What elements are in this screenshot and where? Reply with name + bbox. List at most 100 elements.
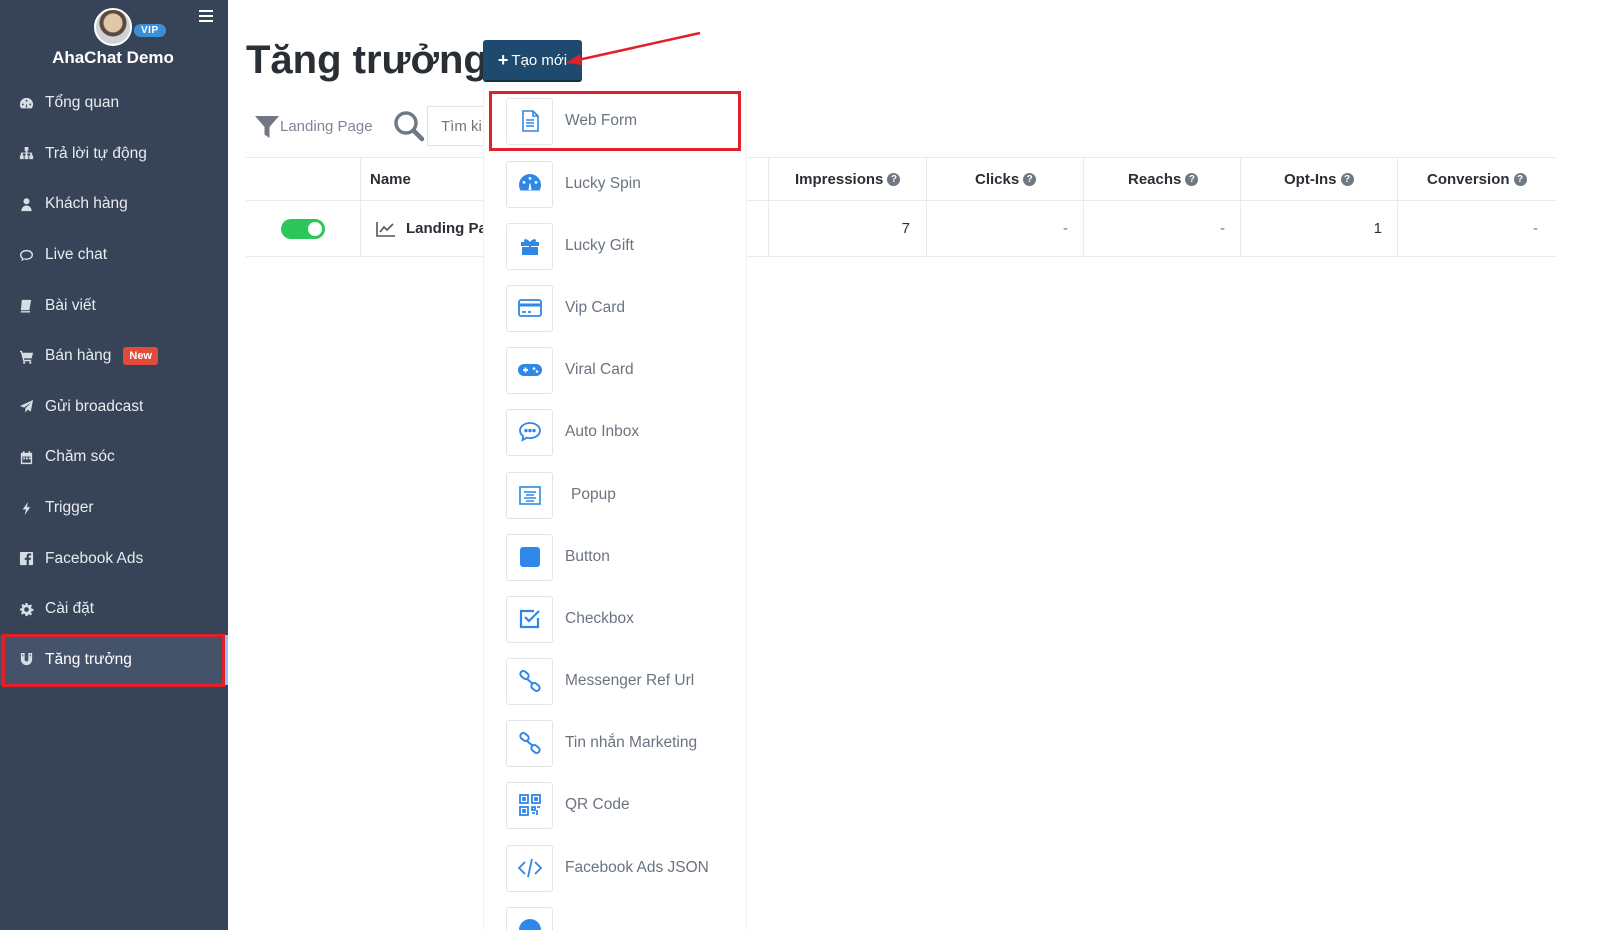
dropdown-item-label: Viral Card [565, 361, 634, 378]
sidebar-item-live-chat[interactable]: Live chat [0, 230, 228, 281]
calendar-icon [18, 449, 35, 466]
help-icon[interactable]: ? [1513, 172, 1527, 186]
vip-badge: VIP [134, 24, 166, 37]
row-name-cell[interactable]: Landing Pa [376, 201, 487, 256]
column-divider [926, 201, 927, 256]
column-header-label: Clicks [975, 170, 1020, 188]
sidebar-item-khach-hang[interactable]: Khách hàng [0, 179, 228, 230]
column-header-name[interactable]: Name [370, 158, 411, 200]
sidebar-item-tra-loi-tu-dong[interactable]: Trả lời tự động [0, 129, 228, 180]
dropdown-item-label: Button [565, 548, 610, 565]
link-icon [506, 657, 553, 705]
column-header-optins[interactable]: Opt-Ins? [1284, 158, 1354, 200]
row-reachs: - [1220, 220, 1225, 237]
help-icon[interactable]: ? [1185, 172, 1199, 186]
create-new-button[interactable]: + Tạo mới [483, 40, 582, 80]
dropdown-item-label: Tin nhắn Marketing [565, 734, 698, 751]
sidebar-item-label: Trả lời tự động [45, 144, 147, 162]
table-row: Landing Pa 7 - - 1 - [246, 201, 1556, 257]
dropdown-item-label: Vip Card [565, 299, 626, 316]
sidebar-item-gui-broadcast[interactable]: Gửi broadcast [0, 382, 228, 433]
dropdown-item-auto-inbox[interactable]: Auto Inbox [506, 407, 639, 457]
cart-icon [18, 348, 35, 365]
toggle-switch[interactable] [281, 218, 325, 239]
column-header-label: Reachs [1128, 170, 1182, 188]
sidebar-item-label: Gửi broadcast [45, 397, 144, 415]
search-icon[interactable] [393, 110, 425, 142]
help-icon[interactable]: ? [887, 172, 901, 186]
row-status-toggle[interactable] [281, 201, 325, 256]
line-chart-icon [376, 221, 395, 237]
avatar[interactable] [94, 8, 132, 46]
dropdown-item-label: Auto Inbox [565, 423, 640, 440]
dropdown-item-facebook-ads-json[interactable]: Facebook Ads JSON [506, 843, 709, 893]
new-badge: New [123, 347, 158, 366]
sidebar-item-label: Facebook Ads [45, 549, 144, 567]
dropdown-item-viral-card[interactable]: Viral Card [506, 345, 634, 395]
column-divider [360, 201, 361, 256]
gear-icon [18, 601, 35, 618]
checkbox-icon [506, 595, 553, 643]
filter-label[interactable]: Landing Page [280, 118, 373, 135]
column-header-clicks[interactable]: Clicks? [975, 158, 1037, 200]
sidebar-item-label: Chăm sóc [45, 448, 115, 466]
dropdown-item-messenger-ref-url[interactable]: Messenger Ref Url [506, 656, 694, 706]
paper-plane-icon [18, 398, 35, 415]
column-header-label: Impressions [795, 170, 884, 188]
gauge-icon [506, 160, 553, 208]
filter-icon[interactable] [254, 114, 280, 140]
column-header-impressions[interactable]: Impressions? [795, 158, 901, 200]
active-item-highlight [2, 634, 225, 687]
dropdown-item-tin-nhan-marketing[interactable]: Tin nhắn Marketing [506, 718, 697, 768]
column-header-reachs[interactable]: Reachs? [1128, 158, 1199, 200]
dropdown-item-vip-card[interactable]: Vip Card [506, 283, 625, 333]
column-header-label: Name [370, 170, 411, 188]
qrcode-icon [506, 781, 553, 829]
dropdown-item-label: Facebook Ads JSON [565, 859, 709, 876]
column-divider [1083, 201, 1084, 256]
dropdown-item-checkbox[interactable]: Checkbox [506, 594, 634, 644]
sidebar-item-facebook-ads[interactable]: Facebook Ads [0, 533, 228, 584]
help-icon[interactable]: ? [1340, 172, 1354, 186]
sidebar-item-cai-dat[interactable]: Cài đặt [0, 584, 228, 635]
sidebar-item-label: Cài đặt [45, 600, 95, 618]
app-name: AhaChat Demo [52, 48, 174, 67]
dropdown-item-lucky-spin[interactable]: Lucky Spin [506, 159, 641, 209]
web-form-highlight [489, 91, 741, 151]
sidebar-item-label: Tổng quan [45, 94, 120, 112]
sidebar-item-trigger[interactable]: Trigger [0, 483, 228, 534]
create-new-label: Tạo mới [511, 51, 568, 69]
column-divider [1397, 201, 1398, 256]
messenger-icon [506, 906, 553, 930]
help-icon[interactable]: ? [1023, 172, 1037, 186]
dropdown-item-button[interactable]: Button [506, 532, 610, 582]
sidebar-item-tong-quan[interactable]: Tổng quan [0, 78, 228, 129]
popup-icon [506, 471, 553, 519]
column-divider [1397, 158, 1398, 200]
dropdown-item-label: QR Code [565, 796, 630, 813]
sidebar-nav: Tổng quan Trả lời tự động Khách hàng Liv… [0, 78, 228, 686]
dropdown-item-popup[interactable]: Popup [506, 470, 616, 520]
search-input[interactable] [427, 106, 489, 146]
annotation-arrow-icon [566, 31, 701, 65]
table-header: Name Impressions? Clicks? Reachs? Opt-In… [246, 157, 1556, 201]
column-header-conversion[interactable]: Conversion? [1427, 158, 1527, 200]
chat-bubble-icon [506, 408, 553, 456]
row-name: Landing Pa [406, 220, 487, 237]
dropdown-item-partial[interactable] [506, 905, 553, 930]
dropdown-item-label: Lucky Gift [565, 237, 634, 254]
column-divider [768, 158, 769, 200]
column-divider [768, 201, 769, 256]
column-divider [1240, 158, 1241, 200]
dropdown-item-qr-code[interactable]: QR Code [506, 780, 630, 830]
column-divider [1083, 158, 1084, 200]
code-icon [506, 844, 553, 892]
sidebar-item-ban-hang[interactable]: Bán hàng New [0, 331, 228, 382]
sidebar-item-bai-viet[interactable]: Bài viết [0, 280, 228, 331]
sidebar: VIP AhaChat Demo Tổng quan Trả lời tự độ… [0, 0, 228, 930]
sidebar-item-label: Live chat [45, 246, 108, 264]
hamburger-menu-icon[interactable] [199, 10, 213, 22]
sidebar-item-cham-soc[interactable]: Chăm sóc [0, 432, 228, 483]
dropdown-item-lucky-gift[interactable]: Lucky Gift [506, 221, 634, 271]
column-header-label: Conversion [1427, 170, 1510, 188]
